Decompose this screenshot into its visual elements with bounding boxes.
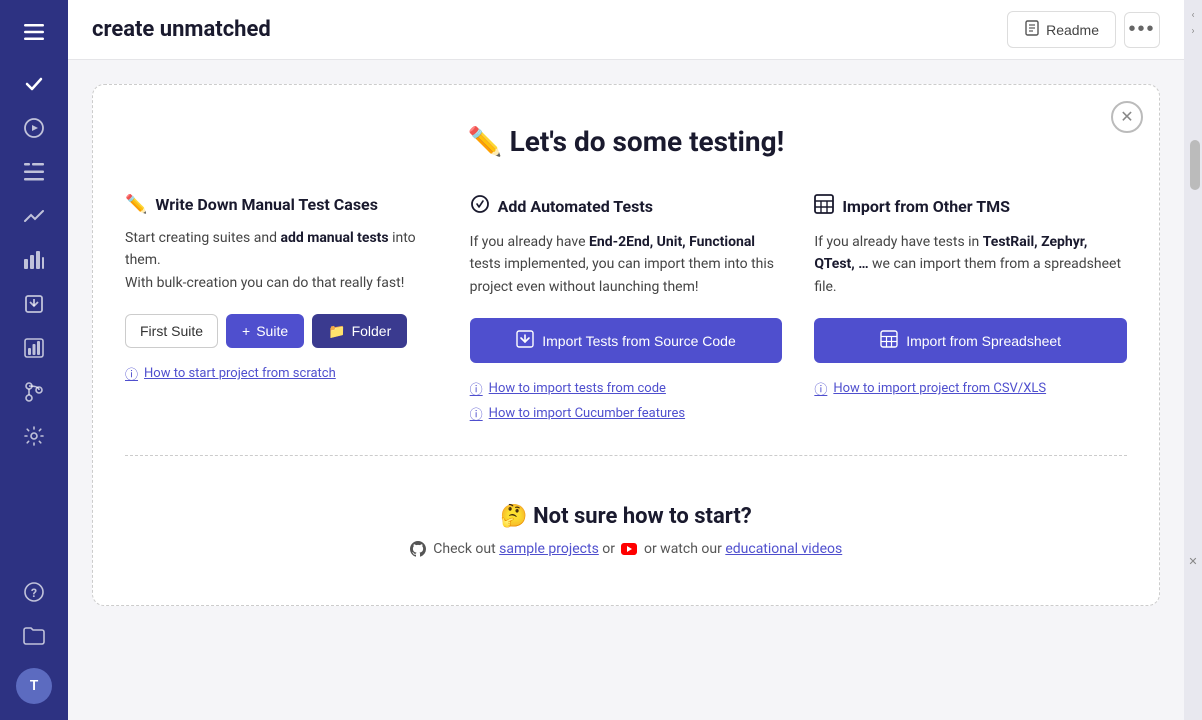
collapse-down-icon[interactable]: ›	[1186, 24, 1200, 38]
circle-play-icon[interactable]	[14, 108, 54, 148]
column-automated-text: If you already have End-2End, Unit, Func…	[470, 231, 783, 298]
youtube-icon	[618, 541, 643, 557]
hamburger-icon[interactable]	[14, 12, 54, 52]
analytics-icon[interactable]	[14, 240, 54, 280]
first-suite-button[interactable]: First Suite	[125, 314, 218, 348]
educational-videos-link[interactable]: educational videos	[725, 541, 842, 557]
manual-links: ⓘ How to start project from scratch	[125, 364, 438, 383]
csv-link[interactable]: ⓘ How to import project from CSV/XLS	[814, 379, 1127, 398]
automated-links: ⓘ How to import tests from code ⓘ How to…	[470, 379, 783, 423]
add-folder-button[interactable]: 📁 Folder	[312, 314, 407, 348]
info-circle-icon: ⓘ	[125, 364, 138, 383]
column-manual-header: ✏️ Write Down Manual Test Cases	[125, 194, 438, 215]
thinking-emoji: 🤔	[500, 504, 527, 529]
folder-plus-icon: 📁	[328, 323, 345, 340]
auto-icon	[470, 194, 490, 219]
column-automated-header: Add Automated Tests	[470, 194, 783, 219]
cucumber-link[interactable]: ⓘ How to import Cucumber features	[470, 404, 783, 423]
trending-icon[interactable]	[14, 196, 54, 236]
info-circle-icon-4: ⓘ	[814, 379, 827, 398]
avatar[interactable]: T	[16, 668, 52, 704]
more-button[interactable]: •••	[1124, 12, 1160, 48]
collapse-up-icon[interactable]: ‹	[1186, 8, 1200, 22]
chart-icon[interactable]	[14, 328, 54, 368]
column-tms: Import from Other TMS If you already hav…	[814, 194, 1127, 423]
import-code-icon	[516, 330, 534, 351]
scratch-link[interactable]: ⓘ How to start project from scratch	[125, 364, 438, 383]
bottom-text: Check out sample projects or or watch ou…	[125, 541, 1127, 557]
welcome-card: ✕ ✏️ Let's do some testing! ✏️ Write Dow…	[92, 84, 1160, 606]
columns-container: ✏️ Write Down Manual Test Cases Start cr…	[125, 194, 1127, 423]
header: create unmatched Readme •••	[68, 0, 1184, 60]
info-circle-icon-3: ⓘ	[470, 404, 483, 423]
svg-text:?: ?	[31, 586, 37, 600]
import-tests-button[interactable]: Import Tests from Source Code	[470, 318, 783, 363]
readme-icon	[1024, 20, 1040, 39]
list-lines-icon[interactable]	[14, 152, 54, 192]
git-icon[interactable]	[14, 372, 54, 412]
sample-projects-link[interactable]: sample projects	[499, 541, 599, 557]
main-content: create unmatched Readme •••	[68, 0, 1184, 720]
readme-button[interactable]: Readme	[1007, 11, 1116, 48]
side-close-icon[interactable]: ✕	[1184, 552, 1202, 570]
column-manual-text: Start creating suites and add manual tes…	[125, 227, 438, 294]
pencil-icon: ✏️	[125, 194, 147, 215]
add-suite-button[interactable]: + Suite	[226, 314, 304, 348]
import-icon[interactable]	[14, 284, 54, 324]
bottom-title: 🤔 Not sure how to start?	[125, 504, 1127, 529]
column-tms-header: Import from Other TMS	[814, 194, 1127, 219]
check-icon[interactable]	[14, 64, 54, 104]
manual-buttons: First Suite + Suite 📁 Folder	[125, 314, 438, 348]
close-icon: ✕	[1120, 107, 1133, 127]
collapse-arrows: ‹ ›	[1184, 8, 1202, 38]
column-tms-text: If you already have tests in TestRail, Z…	[814, 231, 1127, 298]
readme-label: Readme	[1046, 22, 1099, 38]
spreadsheet-icon	[814, 194, 834, 219]
header-actions: Readme •••	[1007, 11, 1160, 48]
close-button[interactable]: ✕	[1111, 101, 1143, 133]
folder-icon[interactable]	[14, 616, 54, 656]
scrollbar-area: ‹ › ✕	[1184, 0, 1202, 720]
tms-links: ⓘ How to import project from CSV/XLS	[814, 379, 1127, 398]
column-automated: Add Automated Tests If you already have …	[470, 194, 783, 423]
title-emoji: ✏️	[468, 125, 503, 158]
content-area: ✕ ✏️ Let's do some testing! ✏️ Write Dow…	[68, 60, 1184, 720]
section-divider	[125, 455, 1127, 456]
import-spreadsheet-button[interactable]: Import from Spreadsheet	[814, 318, 1127, 363]
bottom-section: 🤔 Not sure how to start? Check out sampl…	[125, 488, 1127, 565]
sidebar: ? T	[0, 0, 68, 720]
more-icon: •••	[1128, 18, 1155, 41]
welcome-title: ✏️ Let's do some testing!	[125, 125, 1127, 158]
spreadsheet-btn-icon	[880, 330, 898, 351]
import-code-link[interactable]: ⓘ How to import tests from code	[470, 379, 783, 398]
column-manual: ✏️ Write Down Manual Test Cases Start cr…	[125, 194, 438, 423]
github-icon	[410, 541, 433, 557]
help-icon[interactable]: ?	[14, 572, 54, 612]
settings-icon[interactable]	[14, 416, 54, 456]
plus-icon: +	[242, 323, 250, 339]
info-circle-icon-2: ⓘ	[470, 379, 483, 398]
scrollbar-thumb[interactable]	[1190, 140, 1200, 190]
page-title: create unmatched	[92, 17, 271, 42]
